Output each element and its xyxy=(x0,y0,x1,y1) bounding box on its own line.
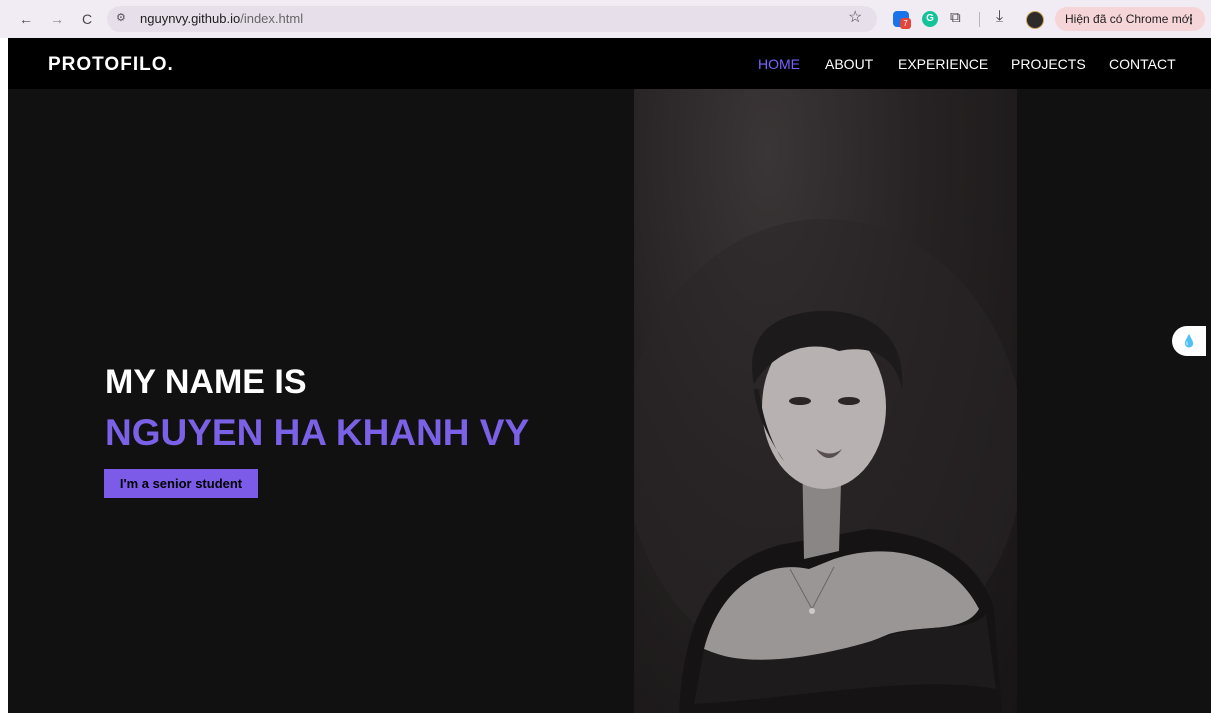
grammarly-icon[interactable]: G xyxy=(922,11,938,27)
extension-badge: 7 xyxy=(900,18,911,29)
water-drop-sparkle-icon: 💧 xyxy=(1181,334,1197,348)
hero-intro-heading: MY NAME IS xyxy=(105,363,307,401)
extensions-puzzle-icon[interactable]: ⧉ xyxy=(950,9,961,26)
portrait-illustration xyxy=(634,219,1017,713)
site-logo[interactable]: PROTOFILO. xyxy=(48,54,174,76)
url-host: nguynvy.github.io xyxy=(140,11,241,26)
extension-icon[interactable]: 7 xyxy=(893,11,911,29)
profile-avatar[interactable] xyxy=(1026,11,1044,29)
senior-student-button[interactable]: I'm a senior student xyxy=(104,469,258,498)
hero-name-heading: NGUYEN HA KHANH VY xyxy=(105,412,530,453)
site-info-icon[interactable]: ⚙ xyxy=(116,11,126,24)
back-button[interactable]: ← xyxy=(17,9,35,29)
toolbar-divider xyxy=(979,12,980,27)
nav-contact[interactable]: CONTACT xyxy=(1109,56,1176,72)
url-text: nguynvy.github.io/index.html xyxy=(140,11,303,26)
chrome-update-button[interactable]: Hiện đã có Chrome mới ⋮ xyxy=(1055,7,1205,31)
forward-button[interactable]: → xyxy=(48,9,66,29)
nav-experience[interactable]: EXPERIENCE xyxy=(898,56,988,72)
address-bar[interactable]: ⚙ nguynvy.github.io/index.html xyxy=(107,6,877,32)
kebab-menu-icon[interactable]: ⋮ xyxy=(1185,7,1197,31)
download-icon[interactable]: ⤓ xyxy=(996,8,1003,26)
nav-about[interactable]: ABOUT xyxy=(825,56,873,72)
reload-button[interactable]: C xyxy=(78,9,96,29)
bookmark-star-icon[interactable]: ☆ xyxy=(848,9,862,27)
nav-home[interactable]: HOME xyxy=(758,56,800,72)
site-navbar: PROTOFILO. HOME ABOUT EXPERIENCE PROJECT… xyxy=(8,38,1211,89)
nav-projects[interactable]: PROJECTS xyxy=(1011,56,1086,72)
hero-portrait-photo xyxy=(634,89,1017,713)
chrome-update-label: Hiện đã có Chrome mới xyxy=(1065,12,1193,26)
floating-assistant-button[interactable]: 💧 xyxy=(1172,326,1206,356)
url-path: /index.html xyxy=(240,11,304,26)
web-page: PROTOFILO. HOME ABOUT EXPERIENCE PROJECT… xyxy=(8,38,1211,713)
browser-toolbar: ← → C ⚙ nguynvy.github.io/index.html ☆ 7… xyxy=(0,0,1211,38)
